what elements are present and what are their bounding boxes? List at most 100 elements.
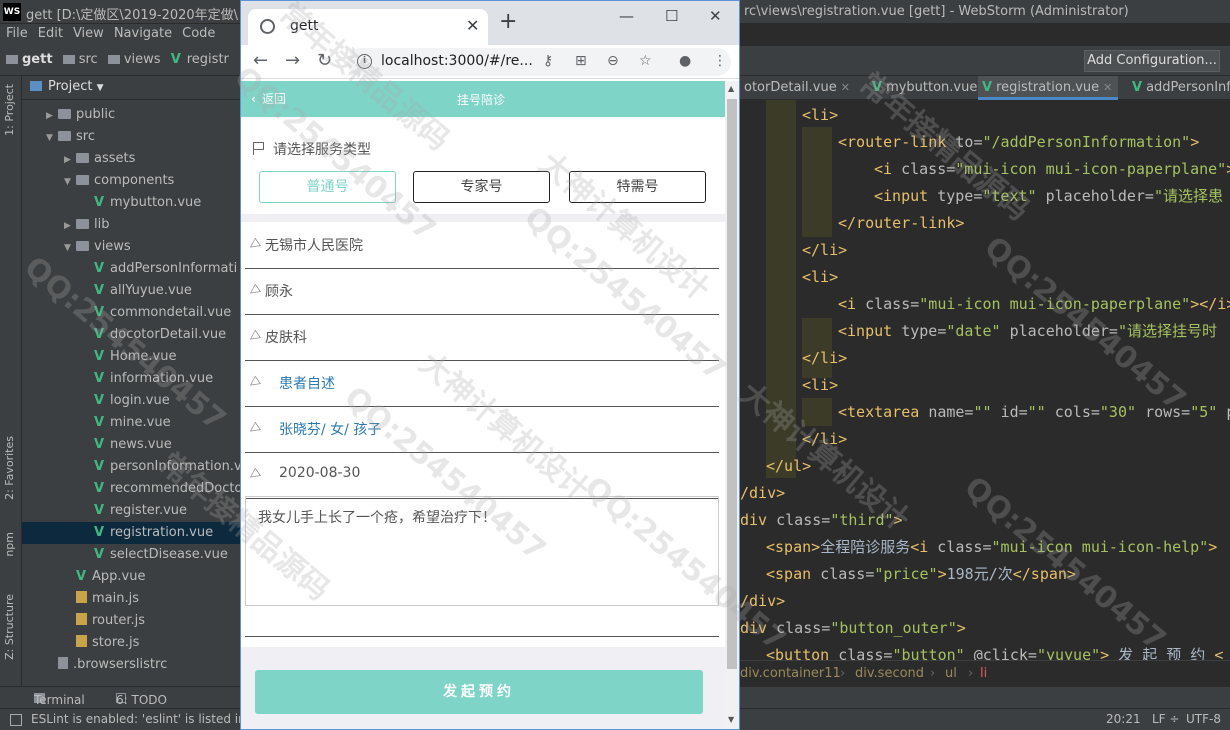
tree-item[interactable]: store.js <box>22 632 240 654</box>
tree-item[interactable]: VdocotorDetail.vue <box>22 324 240 346</box>
description-textarea[interactable]: 我女儿手上长了一个疮，希望治疗下！ <box>245 496 719 606</box>
tool-tab-npm[interactable]: npm <box>3 532 16 557</box>
code-line[interactable]: <span class="price">198元/次</span> <box>766 561 1076 588</box>
form-field-row[interactable]: ◁ 患者自述 <box>245 361 719 407</box>
tree-item[interactable]: Vinformation.vue <box>22 368 240 390</box>
cursor-position[interactable]: 20:21 <box>1106 712 1141 726</box>
menu-navigate[interactable]: Navigate <box>114 24 172 44</box>
tree-item[interactable]: ▶ assets <box>22 148 240 170</box>
tree-item[interactable]: ▶ lib <box>22 214 240 236</box>
tree-item[interactable]: VallYuyue.vue <box>22 280 240 302</box>
form-field-value[interactable]: 张晓芬/ 女/ 孩子 <box>279 419 381 439</box>
crumb-file[interactable]: registr <box>187 52 229 67</box>
code-line[interactable]: /div> <box>740 588 785 615</box>
code-line[interactable]: <i class="mui-icon mui-icon-paperplane"> <box>874 156 1230 183</box>
tree-item[interactable]: ▼ components <box>22 170 240 192</box>
menu-edit[interactable]: Edit <box>38 24 63 44</box>
code-line[interactable]: <li> <box>802 372 838 399</box>
project-panel-header[interactable]: Project ▼ <box>22 76 240 100</box>
scroll-down-icon[interactable]: ▼ <box>728 715 734 724</box>
line-separator[interactable]: LF ÷ <box>1152 712 1179 726</box>
new-tab-button[interactable]: + <box>499 11 517 33</box>
chevron-right-icon[interactable]: ▶ <box>64 149 76 171</box>
form-field-row[interactable]: ◁ 皮肤科 <box>245 315 719 361</box>
add-configuration-button[interactable]: Add Configuration... <box>1084 50 1220 72</box>
chevron-down-icon[interactable]: ▼ <box>46 127 58 149</box>
translate-icon[interactable]: ⊞ <box>575 53 587 69</box>
page-scrollbar[interactable]: ▲ ▼ <box>725 81 739 729</box>
service-type-special[interactable]: 特需号 <box>569 171 706 203</box>
code-line[interactable]: <span>全程陪诊服务<i class="mui-icon mui-icon-… <box>766 534 1217 561</box>
code-line[interactable]: </li> <box>802 426 847 453</box>
code-line[interactable]: /div> <box>740 480 785 507</box>
chevron-down-icon[interactable]: ▼ <box>64 237 76 259</box>
chevron-down-icon[interactable]: ▼ <box>64 171 76 193</box>
status-message[interactable]: ESLint is enabled: 'eslint' is listed in <box>31 712 246 726</box>
chevron-down-icon[interactable]: ▼ <box>97 83 104 93</box>
tool-tab-project[interactable]: 1: Project <box>3 84 16 136</box>
key-icon[interactable]: ⚷ <box>543 53 553 69</box>
code-line[interactable]: </li> <box>802 237 847 264</box>
chevron-right-icon[interactable]: ▶ <box>46 105 58 127</box>
code-line[interactable]: </ul> <box>766 453 811 480</box>
editor-tab-addpersoninformation[interactable]: VaddPersonInf <box>1128 76 1230 100</box>
editor-tab-registration[interactable]: Vregistration.vue ✕ <box>978 76 1118 100</box>
editor-tab-mybutton[interactable]: Vmybutton.vue✕ <box>868 76 991 100</box>
tree-item[interactable]: VaddPersonInformati <box>22 258 240 280</box>
code-line[interactable]: div class="third"> <box>740 507 903 534</box>
info-icon[interactable]: i <box>357 54 372 69</box>
crumb-container11[interactable]: div.container11 <box>740 666 841 681</box>
tree-item[interactable]: Vcommondetail.vue <box>22 302 240 324</box>
account-icon[interactable]: ● <box>679 53 691 69</box>
code-line[interactable]: <li> <box>802 264 838 291</box>
url-text[interactable]: localhost:3000/#/re... <box>381 53 533 69</box>
crumb-views[interactable]: views <box>124 52 161 67</box>
minimize-button[interactable]: — <box>619 7 634 25</box>
crumb-li[interactable]: li <box>980 666 987 681</box>
event-log-icon[interactable] <box>10 714 22 726</box>
service-type-expert[interactable]: 专家号 <box>413 171 550 203</box>
form-field-value[interactable]: 无锡市人民医院 <box>265 235 363 255</box>
tool-tab-favorites[interactable]: 2: Favorites <box>3 436 16 500</box>
tree-item[interactable]: ▼ views <box>22 236 240 258</box>
maximize-button[interactable]: ☐ <box>665 7 678 25</box>
code-line[interactable]: </router-link> <box>838 210 964 237</box>
back-button[interactable]: ‹ 返回 <box>251 90 286 107</box>
form-field-value[interactable]: 患者自述 <box>279 373 335 393</box>
close-icon[interactable]: ✕ <box>1103 81 1112 94</box>
scroll-thumb[interactable] <box>727 99 737 669</box>
star-icon[interactable]: ☆ <box>639 53 652 69</box>
code-line[interactable]: <button class="button" @click="yuyue"> 发… <box>766 642 1223 660</box>
submit-appointment-button[interactable]: 发起预约 <box>255 670 703 714</box>
reload-icon[interactable]: ↻ <box>317 51 332 71</box>
more-menu-icon[interactable]: ⋮ <box>713 53 727 69</box>
form-field-row[interactable]: ◁ 无锡市人民医院 <box>245 223 719 269</box>
service-type-normal[interactable]: 普通号 <box>259 171 396 203</box>
form-field-row[interactable]: ◁ 顾永 <box>245 269 719 315</box>
crumb-second[interactable]: div.second <box>855 666 924 681</box>
tree-item[interactable]: VrecommendedDocto <box>22 478 242 500</box>
form-field-row[interactable]: ◁ 2020-08-30 <box>245 453 719 499</box>
code-line[interactable]: <input type="date" placeholder="请选择挂号时 <box>838 318 1217 345</box>
tree-item[interactable]: ▶ public <box>22 104 240 126</box>
chevron-right-icon[interactable]: ▶ <box>64 215 76 237</box>
tree-item[interactable]: main.js <box>22 588 240 610</box>
file-encoding[interactable]: UTF-8 <box>1186 712 1221 726</box>
tree-item[interactable]: VselectDisease.vue <box>22 544 240 566</box>
tree-item[interactable]: .browserslistrc <box>22 654 240 676</box>
tool-tab-structure[interactable]: Z: Structure <box>3 594 16 660</box>
crumb-project[interactable]: gett <box>22 52 53 67</box>
tree-item[interactable]: VpersonInformation.v <box>22 456 242 478</box>
scroll-up-icon[interactable]: ▲ <box>728 84 734 93</box>
tree-item[interactable]: V App.vue <box>22 566 240 588</box>
tree-item[interactable]: Vmybutton.vue <box>22 192 240 214</box>
tree-item[interactable]: V Home.vue <box>22 346 240 368</box>
zoom-icon[interactable]: ⊖ <box>607 53 619 69</box>
forward-arrow-icon[interactable]: → <box>285 51 300 71</box>
tree-item[interactable]: router.js <box>22 610 240 632</box>
editor-tab-docotordetail[interactable]: otorDetail.vue ✕ <box>740 76 868 100</box>
form-field-value[interactable]: 2020-08-30 <box>279 465 360 481</box>
tree-item[interactable]: Vnews.vue <box>22 434 240 456</box>
tree-item[interactable]: ▼ src <box>22 126 240 148</box>
close-window-button[interactable]: ✕ <box>709 7 722 25</box>
